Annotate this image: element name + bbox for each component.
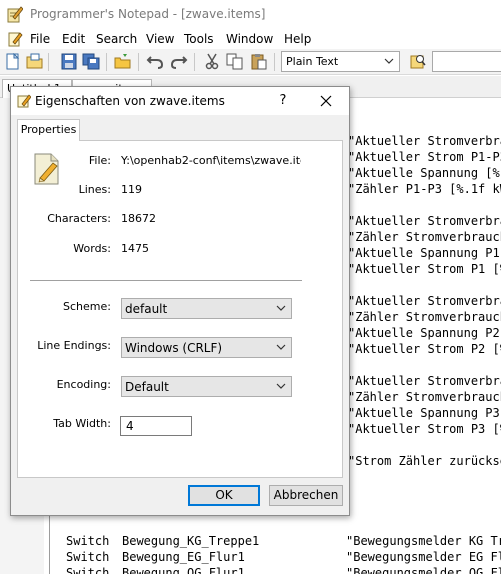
code-item-name: Bewegung_OG_Flur1 [122, 566, 245, 574]
scheme-select[interactable]: Plain Text [281, 51, 400, 72]
menu-view[interactable]: View [146, 32, 174, 46]
copy-icon[interactable] [226, 53, 244, 70]
code-item-name: Bewegung_EG_Flur1 [122, 550, 245, 564]
menu-edit[interactable]: Edit [62, 32, 85, 46]
divider [30, 280, 302, 281]
words-value: 1475 [121, 242, 149, 255]
code-item-label: "Bewegungsmelder KG Tr [346, 534, 501, 548]
code-line: "Aktueller Stromverbra [348, 294, 501, 308]
line-endings-dropdown-value: Windows (CRLF) [125, 341, 223, 355]
characters-label: Characters: [47, 212, 111, 225]
properties-dialog: Eigenschaften von zwave.items ? Properti… [10, 86, 350, 516]
line-endings-label: Line Endings: [37, 339, 111, 352]
toolbar-separator [106, 53, 107, 71]
document-menu-icon[interactable] [7, 31, 23, 47]
code-item-label: "Bewegungsmelder EG Fl [346, 550, 501, 564]
characters-value: 18672 [121, 212, 156, 225]
chevron-down-icon [384, 58, 394, 64]
code-line: "Aktuelle Spannung [%. [348, 166, 501, 180]
encoding-dropdown-value: Default [125, 380, 169, 394]
toolbar: Plain Text [0, 49, 501, 75]
code-item-type: Switch [66, 566, 110, 574]
code-line: "Aktueller Stromverbra [348, 214, 501, 228]
title-bar: Programmer's Notepad - [zwave.items] [0, 0, 501, 30]
toolbar-separator [138, 53, 139, 71]
encoding-dropdown[interactable]: Default [121, 376, 292, 397]
words-label: Words: [73, 242, 111, 255]
dialog-title-bar: Eigenschaften von zwave.items ? [11, 87, 349, 115]
code-line: "Zähler P1-P3 [%.1f kW [348, 182, 501, 196]
code-line: "Aktueller Stromverbra [348, 374, 501, 388]
code-item-type: Switch [66, 534, 110, 548]
find-icon[interactable] [409, 53, 427, 70]
file-path-value: Y:\openhab2-conf\items\zwave.items [121, 154, 301, 167]
code-line: "Aktueller Stromverbra [348, 134, 501, 148]
code-line: "Zähler Stromverbrauch [348, 230, 501, 244]
code-line: "Zähler Stromverbrauch [348, 390, 501, 404]
code-line: "Aktuelle Spannung P2 [348, 326, 500, 340]
help-button[interactable]: ? [273, 91, 293, 111]
tab-width-input[interactable]: 4 [120, 416, 192, 436]
scheme-label: Scheme: [63, 300, 111, 313]
new-file-icon[interactable] [4, 53, 22, 70]
lines-value: 119 [121, 183, 142, 196]
scheme-dropdown-value: default [125, 302, 168, 316]
open-file-icon[interactable] [26, 53, 44, 70]
notepad-pencil-icon [7, 6, 23, 23]
file-label: File: [88, 154, 111, 167]
code-item-label: "Bewegungsmelder OG Fl [346, 566, 501, 574]
close-icon[interactable] [315, 91, 337, 111]
code-line: "Aktuelle Spannung P1 [348, 246, 500, 260]
ok-button[interactable]: OK [188, 485, 260, 506]
menu-help[interactable]: Help [284, 32, 311, 46]
lines-label: Lines: [78, 183, 111, 196]
scheme-select-value: Plain Text [286, 55, 339, 68]
scheme-dropdown[interactable]: default [121, 298, 292, 319]
menu-bar: File Edit Search View Tools Window Help [0, 30, 501, 49]
dialog-title: Eigenschaften von zwave.items [35, 94, 225, 108]
code-line: "Strom Zähler zurückse [348, 454, 501, 468]
tab-properties[interactable]: Properties [17, 119, 80, 141]
window-title: Programmer's Notepad - [zwave.items] [30, 7, 266, 21]
cut-icon[interactable] [203, 53, 221, 70]
encoding-label: Encoding: [56, 378, 111, 391]
save-icon[interactable] [60, 53, 78, 70]
toolbar-separator [194, 53, 195, 71]
code-line: "Aktueller Strom P2 [% [348, 342, 501, 356]
undo-icon[interactable] [146, 53, 164, 70]
line-endings-dropdown[interactable]: Windows (CRLF) [121, 337, 292, 358]
tab-width-label: Tab Width: [53, 417, 111, 430]
redo-icon[interactable] [170, 53, 188, 70]
code-line: "Aktueller Strom P1 [% [348, 262, 501, 276]
code-line: "Aktuelle Spannung P3 [348, 406, 500, 420]
chevron-down-icon [276, 383, 286, 389]
cancel-button[interactable]: Abbrechen [269, 485, 343, 506]
menu-window[interactable]: Window [226, 32, 273, 46]
menu-file[interactable]: File [30, 32, 50, 46]
code-line: "Aktueller Strom P3 [% [348, 422, 501, 436]
paste-icon[interactable] [250, 53, 268, 70]
code-item-name: Bewegung_KG_Treppe1 [122, 534, 260, 548]
chevron-down-icon [276, 305, 286, 311]
search-input[interactable] [432, 51, 501, 72]
code-line: "Zähler Stromverbrauch [348, 310, 501, 324]
code-item-type: Switch [66, 550, 110, 564]
toolbar-separator [48, 53, 49, 71]
save-all-icon[interactable] [82, 53, 100, 70]
chevron-down-icon [276, 344, 286, 350]
code-line: "Aktueller Strom P1-P3 [348, 150, 501, 164]
menu-tools[interactable]: Tools [184, 32, 214, 46]
toolbar-separator [274, 53, 275, 71]
open-folder-icon[interactable] [114, 53, 132, 70]
menu-search[interactable]: Search [96, 32, 137, 46]
notepad-pencil-icon [17, 94, 31, 108]
